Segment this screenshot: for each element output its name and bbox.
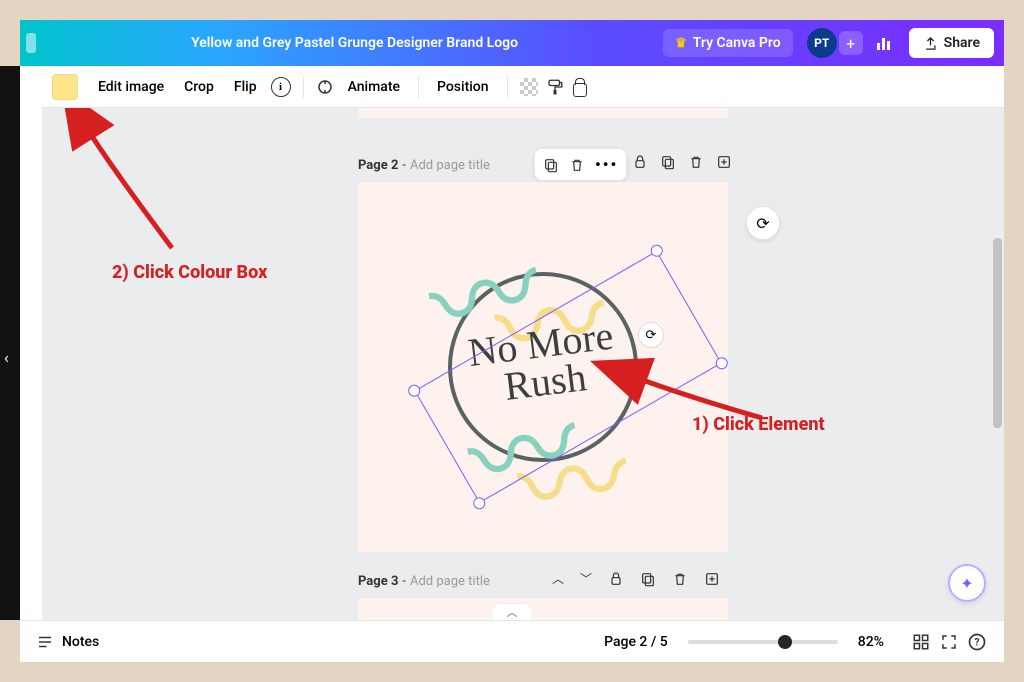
canvas-page-3-edge[interactable]: [358, 598, 728, 620]
delete-page-icon[interactable]: [688, 154, 704, 170]
duplicate-icon[interactable]: [543, 157, 559, 173]
zoom-slider[interactable]: [688, 640, 838, 644]
page-3-actions: ︿ ﹀: [552, 570, 720, 587]
upload-icon: [923, 36, 938, 51]
move-up-icon[interactable]: ︿: [552, 570, 564, 587]
add-page-icon[interactable]: [716, 154, 732, 170]
grid-view-icon[interactable]: [910, 631, 932, 653]
animate-button[interactable]: Animate: [342, 75, 406, 99]
annotation-step-1: 1) Click Element: [692, 414, 825, 435]
app-frame: Yellow and Grey Pastel Grunge Designer B…: [20, 20, 1004, 662]
move-down-icon[interactable]: ﹀: [580, 570, 592, 587]
top-bar: Yellow and Grey Pastel Grunge Designer B…: [20, 20, 1004, 66]
rotate-handle[interactable]: ⟳: [638, 322, 664, 348]
canvas-page-1-edge[interactable]: [358, 108, 728, 118]
crown-icon: ♛: [675, 36, 687, 51]
zoom-percent[interactable]: 82%: [858, 634, 884, 650]
edit-image-button[interactable]: Edit image: [92, 75, 170, 99]
delete-page-icon[interactable]: [672, 571, 688, 587]
add-page-icon[interactable]: [704, 571, 720, 587]
zoom-slider-thumb[interactable]: [778, 635, 792, 649]
lock-page-icon[interactable]: [632, 154, 648, 170]
transparency-icon[interactable]: [520, 78, 538, 96]
page-indicator[interactable]: Page 2 / 5: [604, 634, 668, 650]
page-3-title-input[interactable]: Add page title: [410, 574, 490, 589]
sparkle-icon: ✦: [960, 574, 973, 593]
notes-button[interactable]: Notes: [36, 633, 99, 651]
canvas-page-2[interactable]: 〰〰 〰〰 No MoreRush ⟳: [358, 182, 728, 552]
page-2-label: Page 2: [358, 158, 398, 173]
notes-icon: [36, 633, 54, 651]
try-pro-button[interactable]: ♛ Try Canva Pro: [663, 29, 793, 57]
page-2-title-input[interactable]: Add page title: [410, 158, 490, 173]
insights-icon[interactable]: [877, 36, 895, 50]
context-toolbar: Edit image Crop Flip i Animate Position: [42, 66, 1004, 108]
reset-rotation-button[interactable]: ⟳: [746, 206, 780, 240]
separator: [303, 76, 304, 98]
scroll-thumb[interactable]: [993, 238, 1002, 428]
avatar[interactable]: PT: [807, 28, 837, 58]
page-2-actions: [632, 154, 732, 170]
lock-page-icon[interactable]: [608, 571, 624, 587]
share-button[interactable]: Share: [909, 28, 994, 58]
magic-button[interactable]: ✦: [948, 564, 986, 602]
trash-icon[interactable]: [569, 157, 585, 173]
animate-icon: [316, 78, 334, 96]
position-button[interactable]: Position: [431, 75, 495, 99]
paint-roller-icon[interactable]: [546, 77, 564, 97]
separator: [418, 76, 419, 98]
page-3-header: Page 3 - Add page title: [358, 574, 490, 589]
flip-button[interactable]: Flip: [228, 75, 263, 99]
notes-label: Notes: [62, 634, 99, 650]
share-label: Share: [944, 35, 980, 51]
duplicate-page-icon[interactable]: [640, 571, 656, 587]
resize-handle-se[interactable]: [714, 355, 730, 371]
separator: [507, 76, 508, 98]
page-2-header: Page 2 - Add page title: [358, 158, 490, 173]
duplicate-page-icon[interactable]: [660, 154, 676, 170]
crop-button[interactable]: Crop: [178, 75, 220, 99]
info-icon[interactable]: i: [271, 77, 291, 97]
page-drawer-toggle[interactable]: ︿: [492, 603, 533, 620]
avatar-initials: PT: [814, 36, 829, 50]
add-member-button[interactable]: +: [839, 31, 863, 55]
fullscreen-icon[interactable]: [938, 631, 960, 653]
page-3-label: Page 3: [358, 574, 398, 589]
help-icon[interactable]: ?: [966, 631, 988, 653]
menu-handle-icon[interactable]: [26, 33, 36, 53]
selection-toolbar: •••: [534, 148, 627, 181]
dash: -: [402, 158, 406, 173]
annotation-step-2: 2) Click Colour Box: [112, 262, 267, 283]
canvas-workspace[interactable]: Page 2 - Add page title ••• 〰〰 〰〰 No Mor…: [42, 108, 1004, 620]
dash: -: [402, 574, 406, 589]
svg-text:?: ?: [975, 637, 980, 648]
document-title[interactable]: Yellow and Grey Pastel Grunge Designer B…: [46, 35, 663, 51]
try-pro-label: Try Canva Pro: [693, 35, 781, 51]
lock-icon[interactable]: [573, 83, 587, 97]
more-icon[interactable]: •••: [595, 155, 618, 174]
scrollbar[interactable]: [990, 108, 1002, 620]
color-swatch-button[interactable]: [52, 74, 78, 100]
bottom-bar: Notes Page 2 / 5 82% ?: [20, 620, 1004, 662]
